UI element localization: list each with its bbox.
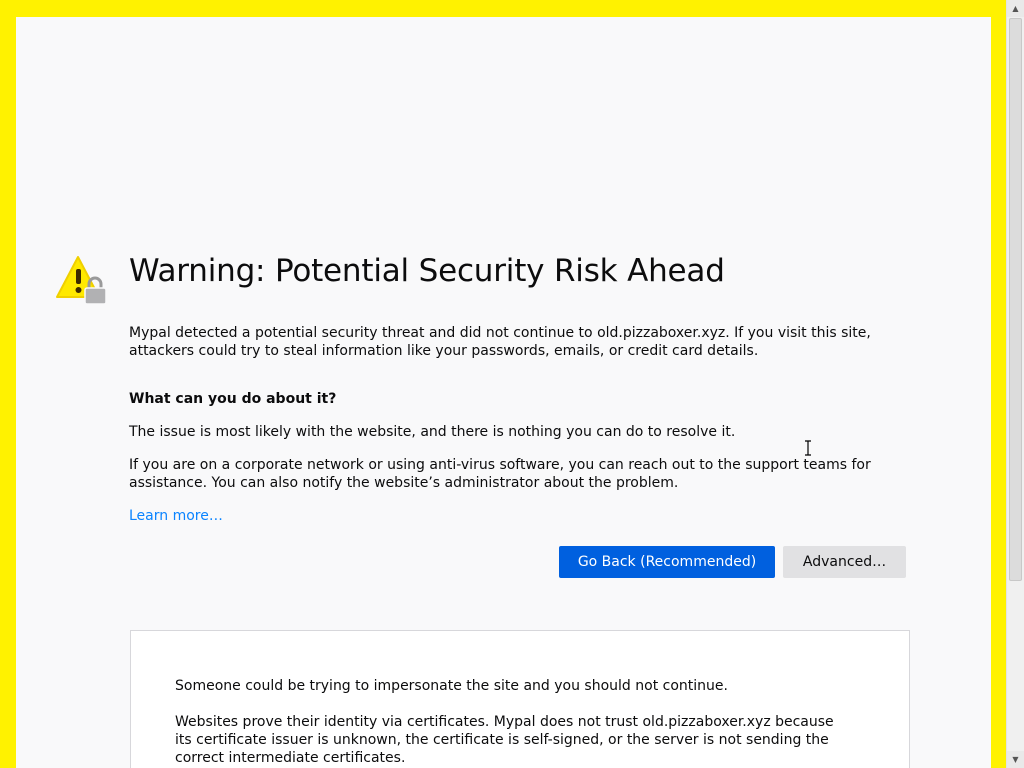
text-cursor-icon xyxy=(805,440,811,456)
go-back-button[interactable]: Go Back (Recommended) xyxy=(559,546,775,578)
corporate-text: If you are on a corporate network or usi… xyxy=(129,457,871,491)
issue-text: The issue is most likely with the websit… xyxy=(129,424,736,440)
advanced-button[interactable]: Advanced… xyxy=(783,546,906,578)
impersonation-warning-text: Someone could be trying to impersonate t… xyxy=(175,678,728,694)
error-page: Warning: Potential Security Risk Ahead M… xyxy=(16,17,991,768)
what-can-you-do-heading: What can you do about it? xyxy=(129,391,337,407)
scroll-up-arrow-icon[interactable]: ▲ xyxy=(1007,0,1024,17)
learn-more-link[interactable]: Learn more… xyxy=(129,507,223,525)
scroll-down-arrow-icon[interactable]: ▼ xyxy=(1007,751,1024,768)
warning-lock-icon xyxy=(56,256,107,305)
intro-text: Mypal detected a potential security thre… xyxy=(129,325,871,359)
scroll-thumb[interactable] xyxy=(1009,18,1022,581)
vertical-scrollbar[interactable]: ▲ ▼ xyxy=(1006,0,1024,768)
advanced-details-panel: Someone could be trying to impersonate t… xyxy=(130,630,910,768)
certificate-explanation-text: Websites prove their identity via certif… xyxy=(175,714,834,766)
page-title: Warning: Potential Security Risk Ahead xyxy=(129,253,725,289)
